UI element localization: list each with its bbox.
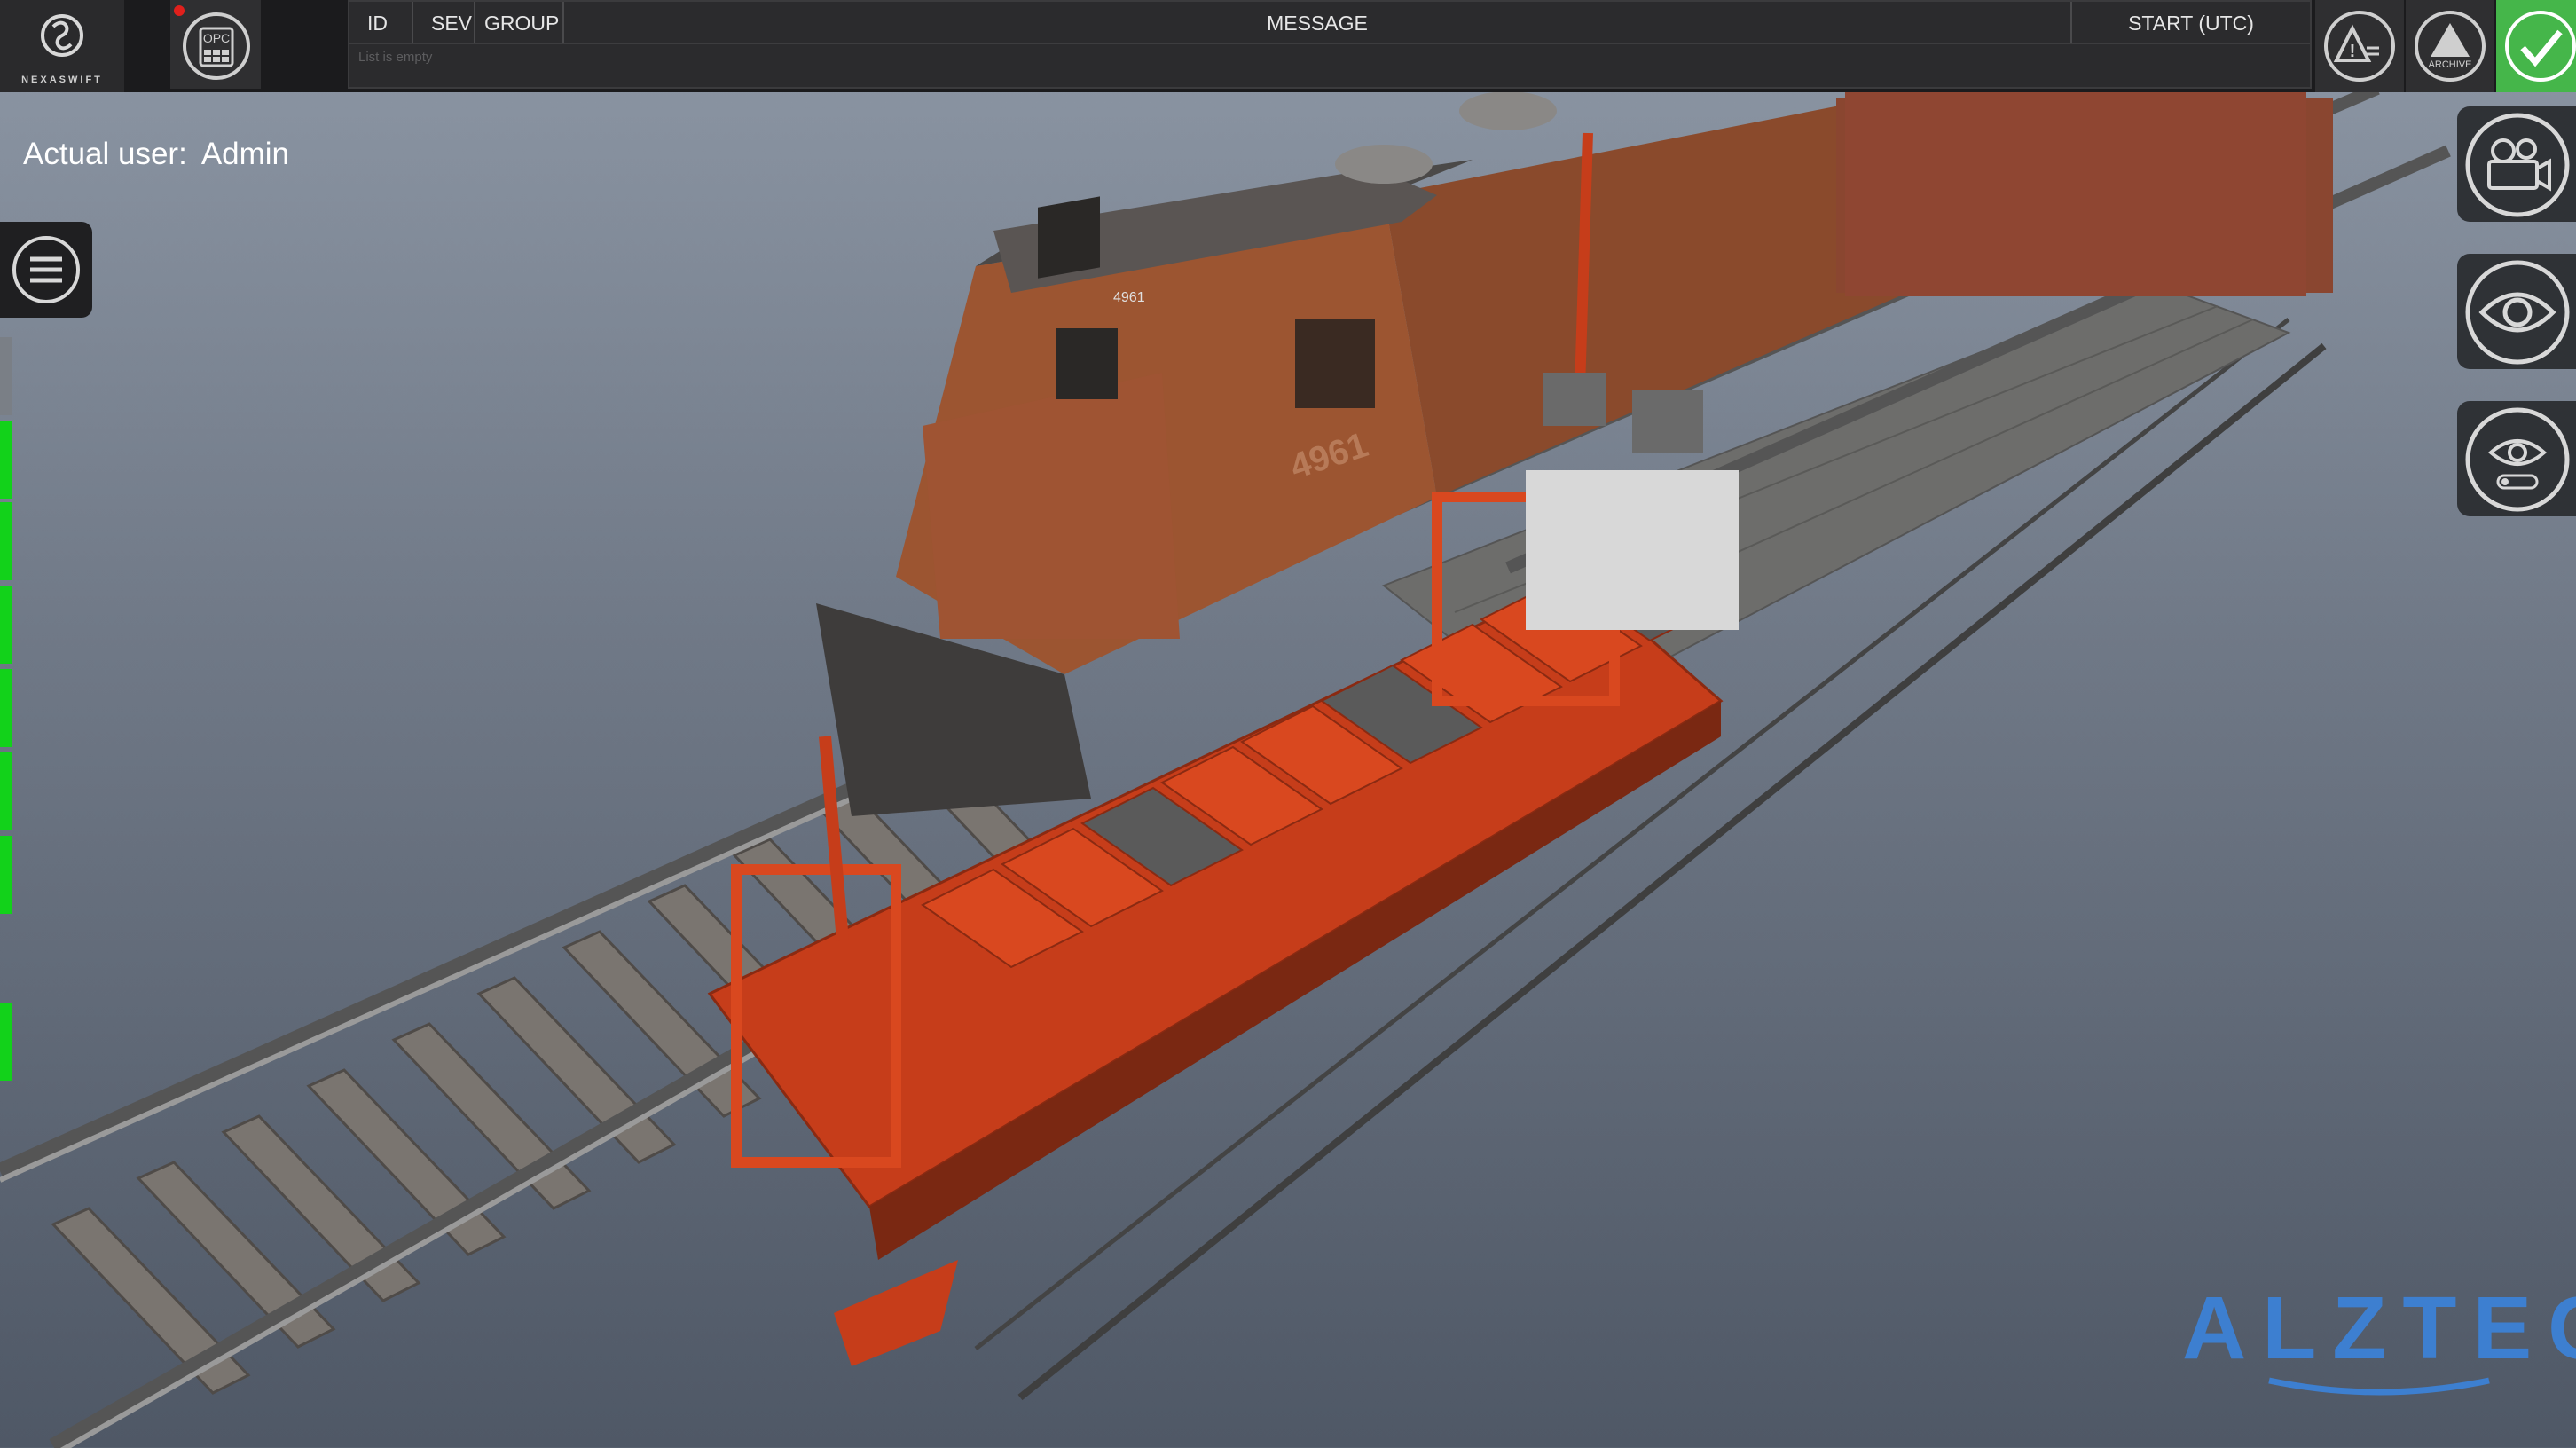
opc-server-icon: OPC xyxy=(183,12,250,80)
loco-cab-number: 4961 xyxy=(1113,290,1145,305)
acknowledge-button[interactable] xyxy=(2496,0,2576,92)
alarm-list-icon: ! xyxy=(2324,11,2395,82)
status-indicator-8 xyxy=(0,1003,12,1081)
top-bar: NEXASWIFT OPC ID SEV GROUP MESSAGE START… xyxy=(0,0,2576,92)
eye-toggle-icon xyxy=(2465,407,2570,512)
status-indicator-6 xyxy=(0,752,12,830)
column-start-utc[interactable]: START (UTC) xyxy=(2072,2,2310,43)
alarm-list-empty-text: List is empty xyxy=(358,50,433,65)
camera-views-button[interactable] xyxy=(2457,106,2576,222)
alarm-table-header: ID SEV GROUP MESSAGE START (UTC) xyxy=(349,2,2310,44)
actual-user: Actual user: Admin xyxy=(23,137,303,172)
status-indicator-5 xyxy=(0,669,12,747)
viewport-3d-scene[interactable]: 4961 4961 xyxy=(0,92,2576,1448)
opc-status-button[interactable]: OPC xyxy=(170,0,261,89)
status-indicator-1 xyxy=(0,337,12,415)
column-id[interactable]: ID xyxy=(349,2,413,43)
archive-icon: ARCHIVE xyxy=(2415,11,2486,82)
svg-text:ARCHIVE: ARCHIVE xyxy=(2429,59,2472,70)
acknowledge-check-icon xyxy=(2505,11,2576,82)
boxcar xyxy=(1845,92,2306,296)
hamburger-menu-icon xyxy=(12,236,80,303)
view-button[interactable] xyxy=(2457,254,2576,369)
svg-text:!: ! xyxy=(2350,42,2356,61)
main-menu-button[interactable] xyxy=(0,222,92,318)
archive-button[interactable]: ARCHIVE xyxy=(2406,0,2494,92)
eye-icon xyxy=(2465,260,2570,365)
actual-user-label: Actual user: xyxy=(23,137,187,171)
column-sev[interactable]: SEV xyxy=(413,2,475,43)
visibility-toggle-button[interactable] xyxy=(2457,401,2576,516)
alarm-list-table[interactable]: ID SEV GROUP MESSAGE START (UTC) List is… xyxy=(348,0,2312,89)
status-indicator-7 xyxy=(0,836,12,914)
column-group[interactable]: GROUP xyxy=(475,2,564,43)
actual-user-name: Admin xyxy=(200,137,290,171)
status-indicator-4 xyxy=(0,586,12,664)
nexaswift-logo-icon xyxy=(41,14,83,57)
status-indicator-2 xyxy=(0,421,12,499)
brand-watermark: ALZTEC xyxy=(2182,1279,2576,1378)
alarm-list-button[interactable]: ! xyxy=(2315,0,2404,92)
camera-views-icon xyxy=(2465,113,2570,217)
logo-text: NEXASWIFT xyxy=(21,75,103,85)
svg-text:OPC: OPC xyxy=(203,31,230,45)
app-logo: NEXASWIFT xyxy=(0,0,124,92)
column-message[interactable]: MESSAGE xyxy=(564,2,2072,43)
status-indicator-3 xyxy=(0,502,12,580)
brand-swoosh-icon xyxy=(2268,1377,2490,1396)
